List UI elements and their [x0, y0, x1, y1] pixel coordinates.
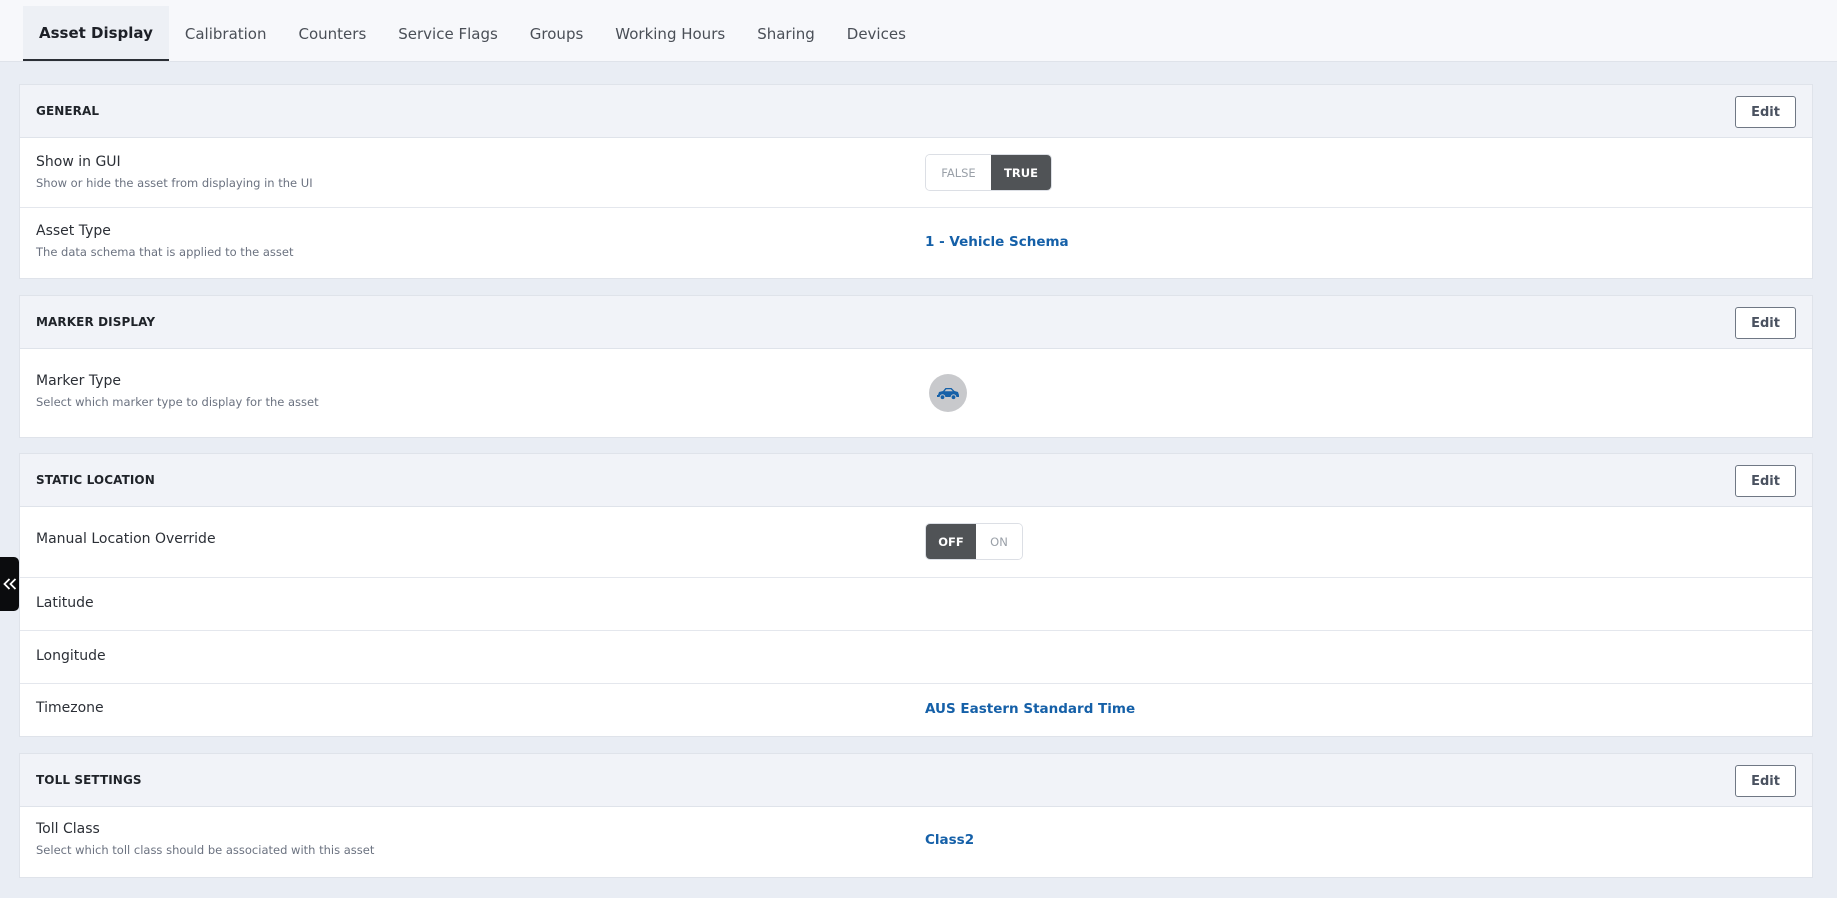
tab-counters[interactable]: Counters — [283, 6, 383, 61]
toll-class-description: Select which toll class should be associ… — [36, 843, 375, 857]
timezone-value-link[interactable]: AUS Eastern Standard Time — [925, 701, 1135, 717]
general-panel: GENERAL Edit Show in GUI Show or hide th… — [19, 84, 1813, 279]
marker-type-description: Select which marker type to display for … — [36, 395, 319, 409]
manual-location-override-row: Manual Location Override OFF ON — [20, 507, 1812, 578]
static-location-panel-title: STATIC LOCATION — [36, 473, 155, 487]
tab-asset-display[interactable]: Asset Display — [23, 6, 169, 61]
show-in-gui-toggle[interactable]: FALSE TRUE — [925, 154, 1052, 191]
static-location-panel-header: STATIC LOCATION Edit — [20, 454, 1812, 507]
general-panel-title: GENERAL — [36, 104, 100, 118]
toll-settings-panel: TOLL SETTINGS Edit Toll Class Select whi… — [19, 753, 1813, 878]
show-in-gui-description: Show or hide the asset from displaying i… — [36, 176, 313, 190]
marker-type-label: Marker Type — [36, 373, 121, 389]
tab-service-flags[interactable]: Service Flags — [382, 6, 514, 61]
latitude-row: Latitude — [20, 578, 1812, 631]
asset-type-label: Asset Type — [36, 223, 111, 239]
manual-location-override-label: Manual Location Override — [36, 531, 216, 547]
tab-calibration[interactable]: Calibration — [169, 6, 283, 61]
marker-display-panel: MARKER DISPLAY Edit Marker Type Select w… — [19, 295, 1813, 438]
asset-type-row: Asset Type The data schema that is appli… — [20, 208, 1812, 278]
marker-display-edit-button[interactable]: Edit — [1735, 307, 1796, 339]
static-location-edit-button[interactable]: Edit — [1735, 465, 1796, 497]
static-location-panel: STATIC LOCATION Edit Manual Location Ove… — [19, 453, 1813, 737]
show-in-gui-label: Show in GUI — [36, 154, 121, 170]
show-in-gui-row: Show in GUI Show or hide the asset from … — [20, 138, 1812, 208]
timezone-row: Timezone AUS Eastern Standard Time — [20, 684, 1812, 736]
longitude-row: Longitude — [20, 631, 1812, 684]
toll-class-row: Toll Class Select which toll class shoul… — [20, 807, 1812, 877]
toll-settings-panel-header: TOLL SETTINGS Edit — [20, 754, 1812, 807]
marker-type-button[interactable] — [929, 374, 967, 412]
toll-settings-edit-button[interactable]: Edit — [1735, 765, 1796, 797]
car-icon — [937, 388, 959, 400]
tab-working-hours[interactable]: Working Hours — [599, 6, 741, 61]
double-chevron-left-icon — [2, 578, 16, 590]
toll-class-value-link[interactable]: Class2 — [925, 832, 974, 848]
tab-bar: Asset Display Calibration Counters Servi… — [0, 0, 1837, 62]
marker-display-panel-title: MARKER DISPLAY — [36, 315, 156, 329]
asset-type-value-link[interactable]: 1 - Vehicle Schema — [925, 234, 1069, 250]
show-in-gui-false-option[interactable]: FALSE — [926, 155, 991, 190]
tabs: Asset Display Calibration Counters Servi… — [23, 6, 922, 61]
expand-sidebar-button[interactable] — [0, 557, 19, 611]
toll-settings-panel-title: TOLL SETTINGS — [36, 773, 142, 787]
asset-type-description: The data schema that is applied to the a… — [36, 245, 294, 259]
manual-override-off-option[interactable]: OFF — [926, 524, 976, 559]
marker-type-row: Marker Type Select which marker type to … — [20, 349, 1812, 437]
longitude-label: Longitude — [36, 648, 106, 664]
toll-class-label: Toll Class — [36, 821, 100, 837]
timezone-label: Timezone — [36, 700, 104, 716]
marker-display-panel-header: MARKER DISPLAY Edit — [20, 296, 1812, 349]
manual-override-on-option[interactable]: ON — [976, 524, 1022, 559]
general-edit-button[interactable]: Edit — [1735, 96, 1796, 128]
tab-groups[interactable]: Groups — [514, 6, 599, 61]
general-panel-header: GENERAL Edit — [20, 85, 1812, 138]
tab-devices[interactable]: Devices — [831, 6, 922, 61]
tab-sharing[interactable]: Sharing — [741, 6, 831, 61]
manual-location-override-toggle[interactable]: OFF ON — [925, 523, 1023, 560]
latitude-label: Latitude — [36, 595, 94, 611]
show-in-gui-true-option[interactable]: TRUE — [991, 155, 1051, 190]
